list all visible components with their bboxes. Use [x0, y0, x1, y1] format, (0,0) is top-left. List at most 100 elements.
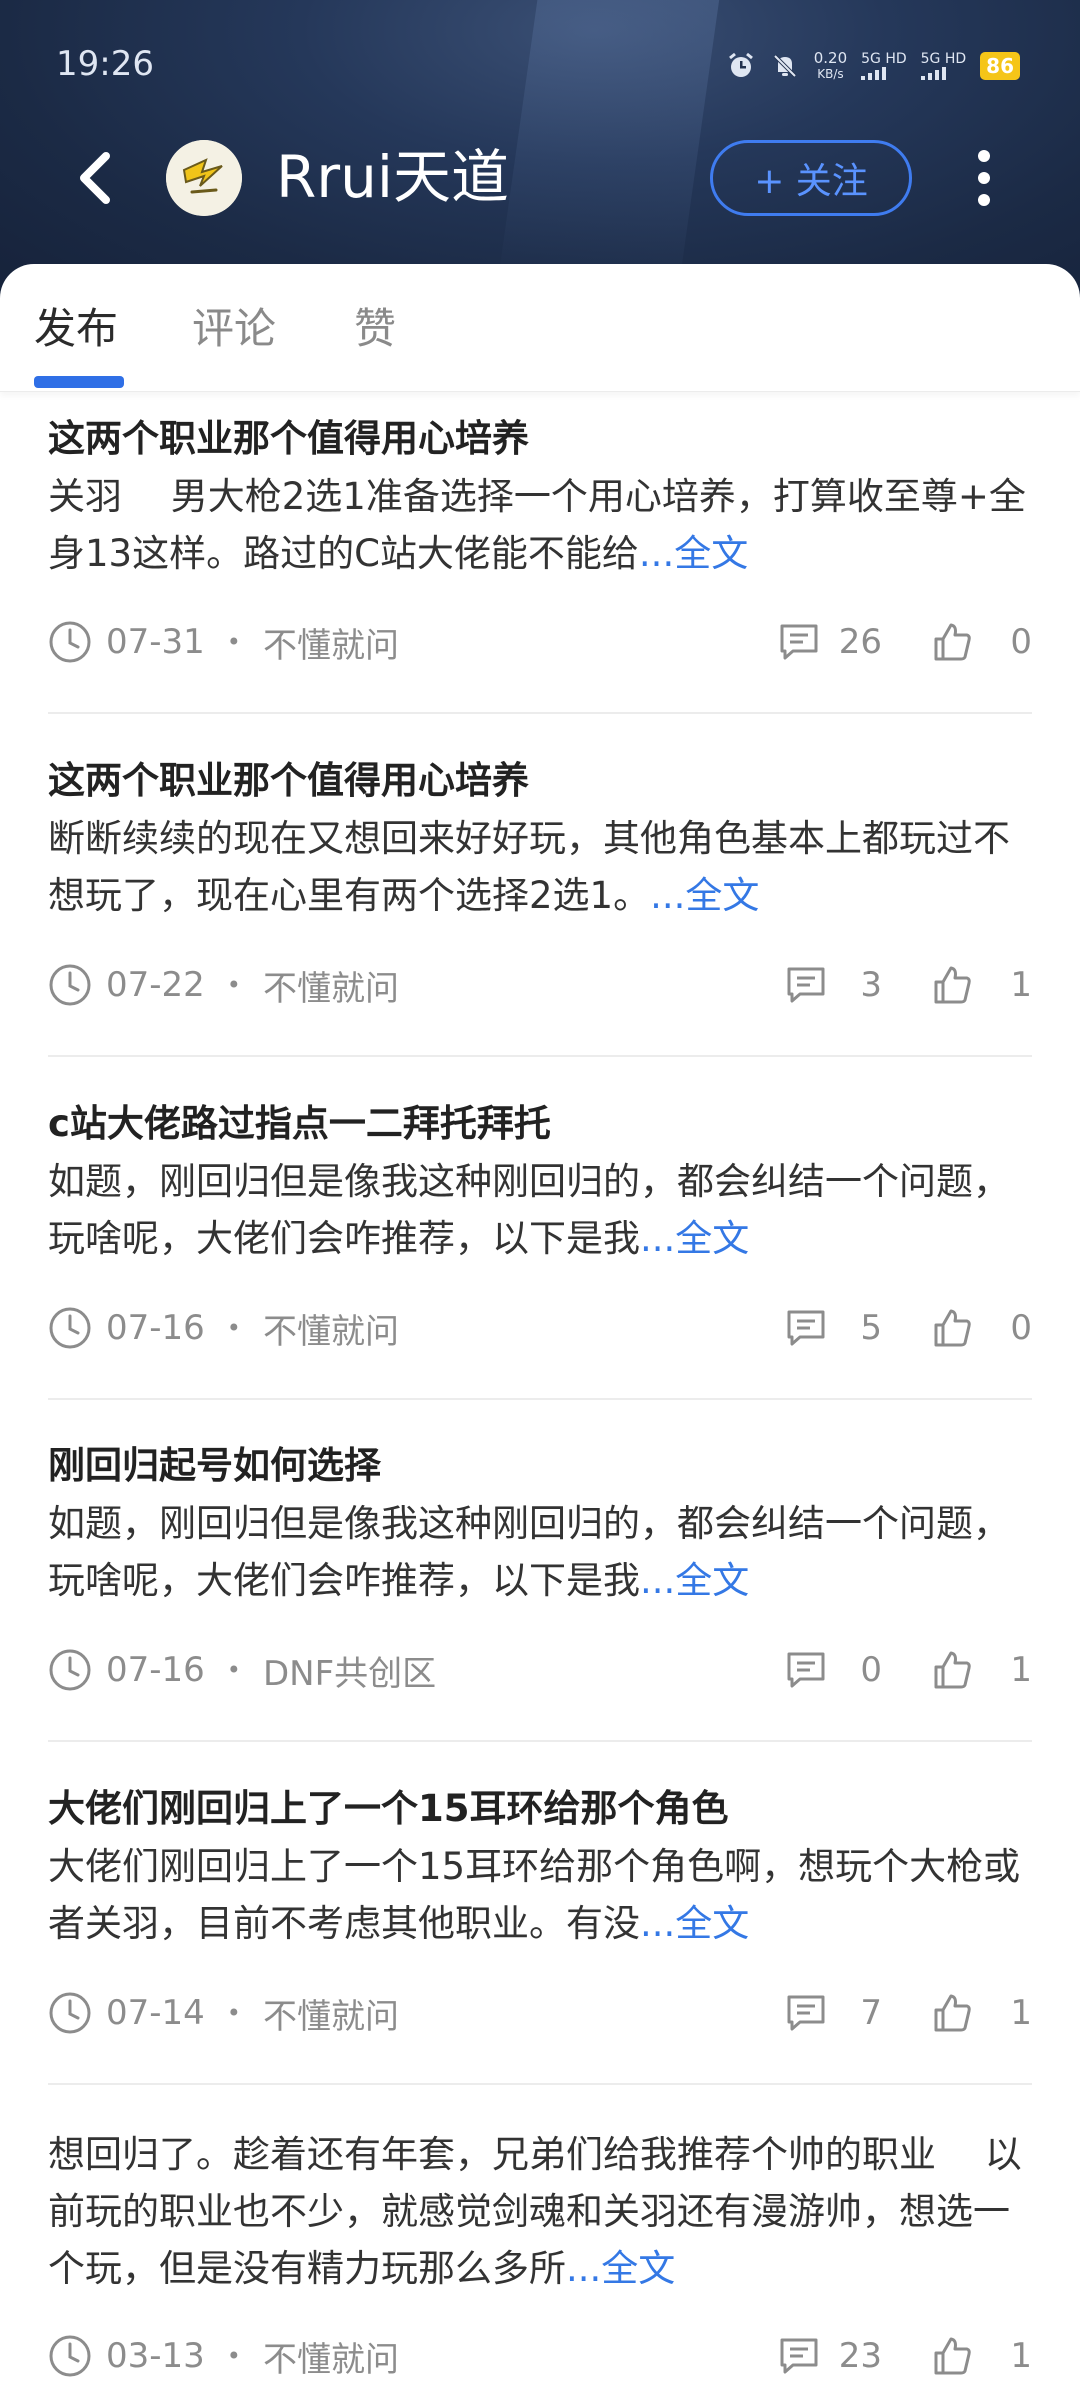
- post-item[interactable]: c站大佬路过指点一二拜托拜托 如题，刚回归但是像我这种刚回归的，都会纠结一个问题…: [48, 1099, 1032, 1267]
- post-divider: [48, 1740, 1032, 1742]
- post-divider: [48, 1398, 1032, 1400]
- comment-icon[interactable]: [779, 2337, 819, 2375]
- comment-icon[interactable]: [786, 1651, 826, 1689]
- meta-separator: •: [226, 1314, 241, 1342]
- thumbs-up-icon[interactable]: [932, 1650, 972, 1690]
- post-title: 这两个职业那个值得用心培养: [48, 417, 529, 460]
- post-meta-left: 07-31 • 不懂就问: [48, 618, 399, 667]
- back-button[interactable]: [64, 148, 124, 208]
- post-category[interactable]: DNF共创区: [263, 1646, 436, 1695]
- post-divider: [48, 1055, 1032, 1057]
- post-item[interactable]: 这两个职业那个值得用心培养 关羽 男大枪2选1准备选择一个用心培养，打算收至尊+…: [48, 414, 1032, 582]
- read-more-link[interactable]: ...全文: [640, 1902, 749, 1945]
- post-meta-left: 07-16 • 不懂就问: [48, 1304, 399, 1353]
- post-excerpt: 如题，刚回归但是像我这种刚回归的，都会纠结一个问题，玩啥呢，大佬们会咋推荐，以下…: [48, 1495, 1032, 1609]
- sim1-label: 5G HD: [861, 51, 907, 67]
- post-excerpt-text: 如题，刚回归但是像我这种刚回归的，都会纠结一个问题，玩啥呢，大佬们会咋推荐，以下…: [48, 1502, 1010, 1602]
- profile-nav: Rrui天道 + 关注: [0, 130, 1080, 230]
- post-date: 07-16: [106, 1650, 205, 1690]
- post-category[interactable]: 不懂就问: [263, 961, 399, 1010]
- tab-comments[interactable]: 评论: [192, 304, 276, 354]
- post-meta-left: 07-16 • DNF共创区: [48, 1646, 436, 1695]
- clock-icon: [49, 2335, 91, 2377]
- post-meta: 03-13 • 不懂就问 23 1: [48, 2326, 1032, 2386]
- read-more-link[interactable]: ...全文: [640, 1217, 749, 1260]
- sim1-signal: 5G HD: [861, 52, 907, 80]
- signal-bars-icon: [920, 66, 967, 80]
- tab-posts[interactable]: 发布: [34, 304, 118, 354]
- network-speed-value: 0.20: [813, 49, 848, 67]
- status-bar: 19:26 0.20 KB/s 5G HD 5G HD 86: [0, 0, 1080, 130]
- post-excerpt: 想回归了。趁着还有年套，兄弟们给我推荐个帅的职业 以前玩的职业也不少，就感觉剑魂…: [48, 2126, 1032, 2297]
- comment-count: 5: [860, 1308, 882, 1348]
- post-excerpt-text: 想回归了。趁着还有年套，兄弟们给我推荐个帅的职业 以前玩的职业也不少，就感觉剑魂…: [48, 2133, 1022, 2290]
- profile-name: Rrui天道: [276, 143, 510, 211]
- tab-bar: 发布 评论 赞: [0, 264, 1080, 392]
- active-tab-indicator: [34, 376, 124, 388]
- more-dot: [978, 172, 990, 184]
- like-count: 0: [1010, 622, 1032, 662]
- post-meta-left: 07-22 • 不懂就问: [48, 961, 399, 1010]
- network-speed-unit: KB/s: [817, 67, 844, 81]
- comment-icon[interactable]: [786, 1994, 826, 2032]
- post-divider: [48, 2083, 1032, 2085]
- post-item[interactable]: 刚回归起号如何选择 如题，刚回归但是像我这种刚回归的，都会纠结一个问题，玩啥呢，…: [48, 1441, 1032, 1609]
- post-meta-right: 7 1: [786, 1993, 1032, 2033]
- follow-button[interactable]: + 关注: [710, 140, 912, 216]
- like-count: 1: [1010, 965, 1032, 1005]
- post-item[interactable]: 想回归了。趁着还有年套，兄弟们给我推荐个帅的职业 以前玩的职业也不少，就感觉剑魂…: [48, 2126, 1032, 2297]
- post-meta-right: 26 0: [779, 622, 1032, 662]
- post-excerpt-text: 关羽 男大枪2选1准备选择一个用心培养，打算收至尊+全身13这样。路过的C站大佬…: [48, 475, 1026, 575]
- comment-icon[interactable]: [786, 966, 826, 1004]
- meta-separator: •: [226, 2342, 241, 2370]
- comment-count: 23: [838, 2336, 882, 2376]
- post-meta-right: 23 1: [779, 2336, 1032, 2376]
- comment-icon[interactable]: [786, 1309, 826, 1347]
- post-item[interactable]: 这两个职业那个值得用心培养 断断续续的现在又想回来好好玩，其他角色基本上都玩过不…: [48, 756, 1032, 924]
- like-count: 1: [1010, 1993, 1032, 2033]
- post-category[interactable]: 不懂就问: [263, 1989, 399, 2038]
- read-more-link[interactable]: ...全文: [640, 1559, 749, 1602]
- post-meta: 07-31 • 不懂就问 26 0: [48, 612, 1032, 672]
- avatar-image: [166, 140, 242, 216]
- thumbs-up-icon[interactable]: [932, 622, 972, 662]
- comment-count: 7: [860, 1993, 882, 2033]
- tab-likes[interactable]: 赞: [354, 304, 396, 354]
- like-count: 1: [1010, 1650, 1032, 1690]
- more-options-button[interactable]: [962, 146, 1006, 210]
- thumbs-up-icon[interactable]: [932, 1993, 972, 2033]
- post-category[interactable]: 不懂就问: [263, 618, 399, 667]
- thumbs-up-icon[interactable]: [932, 2336, 972, 2376]
- avatar[interactable]: [166, 140, 242, 216]
- post-category[interactable]: 不懂就问: [263, 1304, 399, 1353]
- post-meta: 07-16 • 不懂就问 5 0: [48, 1298, 1032, 1358]
- post-item[interactable]: 大佬们刚回归上了一个15耳环给那个角色 大佬们刚回归上了一个15耳环给那个角色啊…: [48, 1784, 1032, 1952]
- like-count: 0: [1010, 1308, 1032, 1348]
- post-date: 03-13: [106, 2336, 205, 2376]
- read-more-link[interactable]: ...全文: [639, 532, 748, 575]
- post-meta: 07-16 • DNF共创区 0 1: [48, 1640, 1032, 1700]
- sim2-signal: 5G HD: [920, 51, 967, 80]
- post-meta-left: 07-14 • 不懂就问: [48, 1989, 399, 2038]
- thumbs-up-icon[interactable]: [932, 1308, 972, 1348]
- post-meta-left: 03-13 • 不懂就问: [48, 2332, 399, 2381]
- post-excerpt: 断断续续的现在又想回来好好玩，其他角色基本上都玩过不想玩了，现在心里有两个选择2…: [48, 810, 1032, 924]
- more-dot: [978, 194, 990, 206]
- comment-count: 0: [860, 1650, 882, 1690]
- meta-separator: •: [226, 628, 241, 656]
- mute-icon: [770, 51, 800, 81]
- read-more-link[interactable]: ...全文: [566, 2247, 675, 2290]
- post-date: 07-31: [106, 622, 205, 662]
- post-title: 大佬们刚回归上了一个15耳环给那个角色: [48, 1787, 729, 1830]
- meta-separator: •: [226, 1999, 241, 2027]
- post-category[interactable]: 不懂就问: [263, 2332, 399, 2381]
- post-title: c站大佬路过指点一二拜托拜托: [48, 1102, 551, 1145]
- read-more-link[interactable]: ...全文: [650, 874, 759, 917]
- post-meta: 07-14 • 不懂就问 7 1: [48, 1983, 1032, 2043]
- post-meta: 07-22 • 不懂就问 3 1: [48, 955, 1032, 1015]
- sim2-label: 5G HD: [920, 51, 967, 67]
- thumbs-up-icon[interactable]: [932, 965, 972, 1005]
- post-title: 刚回归起号如何选择: [48, 1444, 381, 1487]
- post-excerpt-text: 如题，刚回归但是像我这种刚回归的，都会纠结一个问题，玩啥呢，大佬们会咋推荐，以下…: [48, 1160, 1010, 1260]
- comment-icon[interactable]: [779, 623, 819, 661]
